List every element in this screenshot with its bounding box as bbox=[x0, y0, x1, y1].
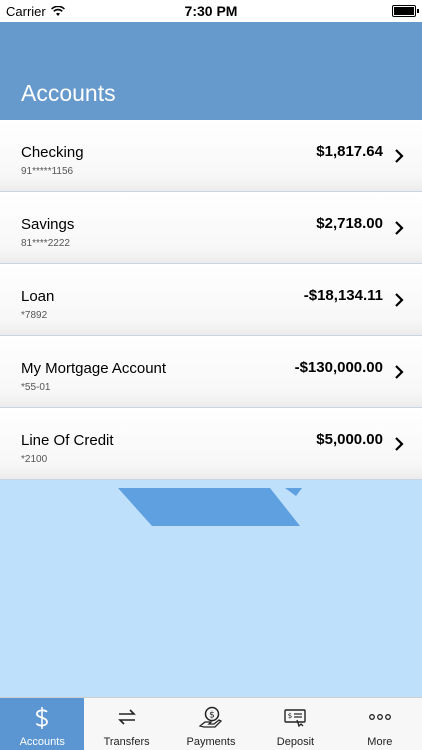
account-balance: -$130,000.00 bbox=[294, 359, 383, 376]
account-name: My Mortgage Account bbox=[21, 360, 167, 377]
tab-deposit[interactable]: $ Deposit bbox=[253, 698, 337, 750]
tab-label: Deposit bbox=[276, 736, 315, 748]
check-deposit-icon: $ bbox=[284, 709, 307, 728]
tab-label: More bbox=[367, 736, 393, 748]
account-row-mortgage[interactable]: My Mortgage Account *55-01 -$130,000.00 bbox=[0, 336, 422, 408]
account-number: 81****2222 bbox=[21, 238, 70, 249]
tab-payments[interactable]: $ Payments bbox=[169, 698, 253, 750]
payment-hand-icon: $ bbox=[199, 706, 223, 728]
account-number: *7892 bbox=[21, 310, 48, 321]
tab-label: Payments bbox=[186, 736, 236, 748]
account-row-line-of-credit[interactable]: Line Of Credit *2100 $5,000.00 bbox=[0, 408, 422, 480]
account-number: *2100 bbox=[21, 454, 48, 465]
account-balance: $5,000.00 bbox=[316, 431, 383, 448]
account-balance: $2,718.00 bbox=[316, 215, 383, 232]
page-title: Accounts bbox=[21, 80, 116, 106]
tab-label: Accounts bbox=[19, 736, 65, 748]
dollar-icon bbox=[35, 707, 49, 729]
background-decoration bbox=[118, 488, 302, 526]
account-row-checking[interactable]: Checking 91*****1156 $1,817.64 bbox=[0, 120, 422, 192]
tab-accounts[interactable]: Accounts bbox=[0, 698, 85, 750]
battery-icon bbox=[392, 5, 419, 17]
tab-bar: Accounts Transfers $ Payments $ Deposit … bbox=[0, 697, 422, 750]
chevron-right-icon bbox=[395, 365, 404, 379]
account-row-loan[interactable]: Loan *7892 -$18,134.11 bbox=[0, 264, 422, 336]
status-bar: Carrier 7:30 PM bbox=[0, 0, 422, 22]
svg-text:$: $ bbox=[288, 712, 292, 720]
account-balance: $1,817.64 bbox=[316, 143, 383, 160]
chevron-right-icon bbox=[395, 437, 404, 451]
accounts-list: Checking 91*****1156 $1,817.64 Savings 8… bbox=[0, 120, 422, 480]
account-row-savings[interactable]: Savings 81****2222 $2,718.00 bbox=[0, 192, 422, 264]
account-name: Line Of Credit bbox=[21, 432, 114, 449]
svg-text:$: $ bbox=[209, 711, 215, 721]
tab-label: Transfers bbox=[103, 736, 150, 748]
chevron-right-icon bbox=[395, 221, 404, 235]
account-balance: -$18,134.11 bbox=[303, 287, 383, 304]
account-name: Loan bbox=[21, 288, 55, 305]
tab-transfers[interactable]: Transfers bbox=[84, 698, 168, 750]
status-time: 7:30 PM bbox=[184, 3, 238, 19]
tab-more[interactable]: More bbox=[338, 698, 422, 750]
account-name: Savings bbox=[21, 216, 75, 233]
chevron-right-icon bbox=[395, 149, 404, 163]
page-header: Accounts bbox=[0, 22, 422, 120]
ellipsis-icon bbox=[368, 714, 391, 720]
account-number: 91*****1156 bbox=[21, 166, 74, 177]
transfer-arrows-icon bbox=[117, 709, 136, 725]
account-name: Checking bbox=[21, 144, 84, 161]
account-number: *55-01 bbox=[21, 382, 51, 393]
chevron-right-icon bbox=[395, 293, 404, 307]
